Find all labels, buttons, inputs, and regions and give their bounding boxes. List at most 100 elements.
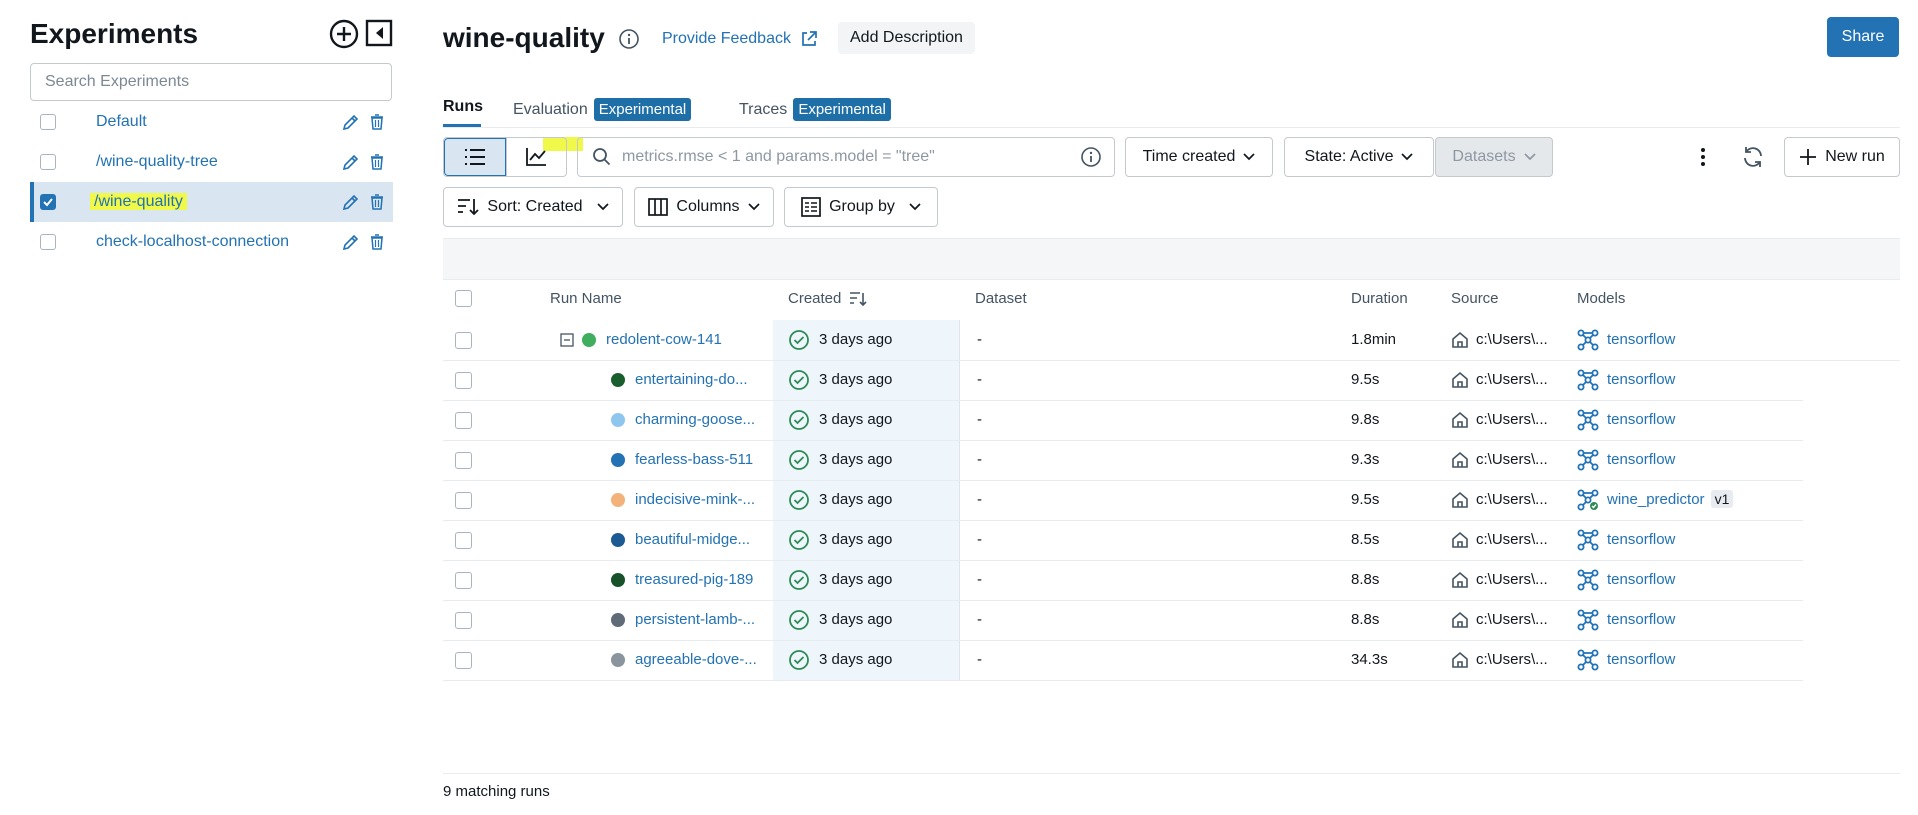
run-color-dot[interactable]: [611, 493, 625, 507]
info-icon[interactable]: [618, 28, 640, 50]
model-link[interactable]: wine_predictor v1: [1607, 490, 1734, 508]
row-checkbox[interactable]: [455, 332, 472, 349]
tab-evaluation[interactable]: Evaluation Experimental: [513, 98, 692, 121]
tab-runs[interactable]: Runs: [443, 98, 483, 116]
runs-search-box[interactable]: [577, 137, 1115, 177]
table-row[interactable]: beautiful-midge... 3 days ago - 8.5s c:\User…: [443, 520, 1803, 560]
delete-icon[interactable]: [367, 192, 387, 212]
run-color-dot[interactable]: [611, 453, 625, 467]
share-button[interactable]: Share: [1827, 17, 1899, 57]
model-link[interactable]: tensorflow: [1607, 411, 1675, 428]
run-name-link[interactable]: beautiful-midge...: [635, 531, 750, 548]
select-all-checkbox[interactable]: [455, 290, 472, 307]
sort-dropdown[interactable]: Sort: Created: [443, 187, 623, 227]
model-link[interactable]: tensorflow: [1607, 371, 1675, 388]
experiment-checkbox[interactable]: [40, 154, 56, 170]
run-name-link[interactable]: fearless-bass-511: [635, 451, 753, 468]
row-checkbox[interactable]: [455, 532, 472, 549]
experiment-item-wine-quality[interactable]: /wine-quality: [30, 182, 393, 222]
row-checkbox[interactable]: [455, 412, 472, 429]
table-row[interactable]: treasured-pig-189 3 days ago - 8.8s c:\Users…: [443, 560, 1803, 600]
source-value[interactable]: c:\Users\...: [1476, 331, 1548, 348]
run-color-dot[interactable]: [611, 573, 625, 587]
run-name-link[interactable]: agreeable-dove-...: [635, 651, 757, 668]
add-description-button[interactable]: Add Description: [838, 22, 975, 54]
experiment-label[interactable]: check-localhost-connection: [96, 233, 341, 251]
experiment-label[interactable]: /wine-quality: [90, 193, 341, 211]
time-created-dropdown[interactable]: Time created: [1125, 137, 1273, 177]
model-link[interactable]: tensorflow: [1607, 331, 1675, 348]
search-experiments-input[interactable]: [30, 63, 392, 101]
tab-traces[interactable]: Traces Experimental: [739, 98, 891, 121]
source-value[interactable]: c:\Users\...: [1476, 531, 1548, 548]
table-row[interactable]: charming-goose... 3 days ago - 9.8s c:\Users…: [443, 400, 1803, 440]
view-toggle[interactable]: [443, 137, 567, 177]
run-name-link[interactable]: entertaining-do...: [635, 371, 748, 388]
run-color-dot[interactable]: [582, 333, 596, 347]
edit-icon[interactable]: [341, 152, 361, 172]
new-run-button[interactable]: New run: [1784, 137, 1900, 177]
runs-search-input[interactable]: [620, 147, 1080, 167]
column-header-source[interactable]: Source: [1451, 290, 1499, 307]
delete-icon[interactable]: [367, 152, 387, 172]
source-value[interactable]: c:\Users\...: [1476, 371, 1548, 388]
model-link[interactable]: tensorflow: [1607, 451, 1675, 468]
experiment-label[interactable]: Default: [96, 113, 341, 131]
info-icon[interactable]: [1080, 146, 1102, 168]
table-row[interactable]: entertaining-do... 3 days ago - 9.5s c:\User…: [443, 360, 1803, 400]
run-name-link[interactable]: treasured-pig-189: [635, 571, 753, 588]
table-row[interactable]: persistent-lamb-... 3 days ago - 8.8s c:\Use…: [443, 600, 1803, 640]
experiment-item-check-localhost-connection[interactable]: check-localhost-connection: [30, 222, 393, 262]
run-name-link[interactable]: indecisive-mink-...: [635, 491, 755, 508]
provide-feedback-link[interactable]: Provide Feedback: [662, 29, 819, 49]
source-value[interactable]: c:\Users\...: [1476, 491, 1548, 508]
experiment-checkbox[interactable]: [40, 234, 56, 250]
run-color-dot[interactable]: [611, 533, 625, 547]
experiment-item-default[interactable]: Default: [30, 102, 393, 142]
table-view-button[interactable]: [444, 138, 506, 176]
run-color-dot[interactable]: [611, 653, 625, 667]
run-color-dot[interactable]: [611, 613, 625, 627]
row-checkbox[interactable]: [455, 452, 472, 469]
model-link[interactable]: tensorflow: [1607, 611, 1675, 628]
edit-icon[interactable]: [341, 192, 361, 212]
source-value[interactable]: c:\Users\...: [1476, 651, 1548, 668]
group-by-dropdown[interactable]: Group by: [784, 187, 938, 227]
source-value[interactable]: c:\Users\...: [1476, 411, 1548, 428]
run-color-dot[interactable]: [611, 373, 625, 387]
column-header-created[interactable]: Created: [788, 290, 867, 307]
table-row[interactable]: fearless-bass-511 3 days ago - 9.3s c:\Users…: [443, 440, 1803, 480]
state-dropdown[interactable]: State: Active: [1284, 137, 1434, 177]
delete-icon[interactable]: [367, 112, 387, 132]
experiment-label[interactable]: /wine-quality-tree: [96, 153, 341, 171]
model-link[interactable]: tensorflow: [1607, 571, 1675, 588]
run-color-dot[interactable]: [611, 413, 625, 427]
row-checkbox[interactable]: [455, 572, 472, 589]
collapse-sidebar-icon[interactable]: [364, 18, 396, 50]
experiment-item-wine-quality-tree[interactable]: /wine-quality-tree: [30, 142, 393, 182]
experiment-checkbox[interactable]: [40, 114, 56, 130]
source-value[interactable]: c:\Users\...: [1476, 611, 1548, 628]
column-header-duration[interactable]: Duration: [1351, 290, 1408, 307]
row-checkbox[interactable]: [455, 372, 472, 389]
source-value[interactable]: c:\Users\...: [1476, 571, 1548, 588]
experiment-checkbox-checked[interactable]: [40, 194, 56, 210]
column-header-run-name[interactable]: Run Name: [550, 290, 622, 307]
column-header-dataset[interactable]: Dataset: [975, 290, 1027, 307]
model-link[interactable]: tensorflow: [1607, 651, 1675, 668]
table-row[interactable]: agreeable-dove-... 3 days ago - 34.3s c:\Use…: [443, 640, 1803, 680]
chart-view-button[interactable]: [505, 138, 567, 176]
run-name-link[interactable]: persistent-lamb-...: [635, 611, 755, 628]
more-options-icon[interactable]: [1691, 145, 1715, 169]
run-name-link[interactable]: charming-goose...: [635, 411, 755, 428]
refresh-icon[interactable]: [1741, 145, 1765, 169]
row-checkbox[interactable]: [455, 652, 472, 669]
column-header-models[interactable]: Models: [1577, 290, 1625, 307]
collapse-icon[interactable]: [560, 333, 574, 347]
table-row[interactable]: redolent-cow-141 3 days ago - 1.8min c:\User…: [443, 320, 1803, 360]
columns-dropdown[interactable]: Columns: [634, 187, 774, 227]
run-name-link[interactable]: redolent-cow-141: [606, 331, 722, 348]
edit-icon[interactable]: [341, 232, 361, 252]
source-value[interactable]: c:\Users\...: [1476, 451, 1548, 468]
model-link[interactable]: tensorflow: [1607, 531, 1675, 548]
